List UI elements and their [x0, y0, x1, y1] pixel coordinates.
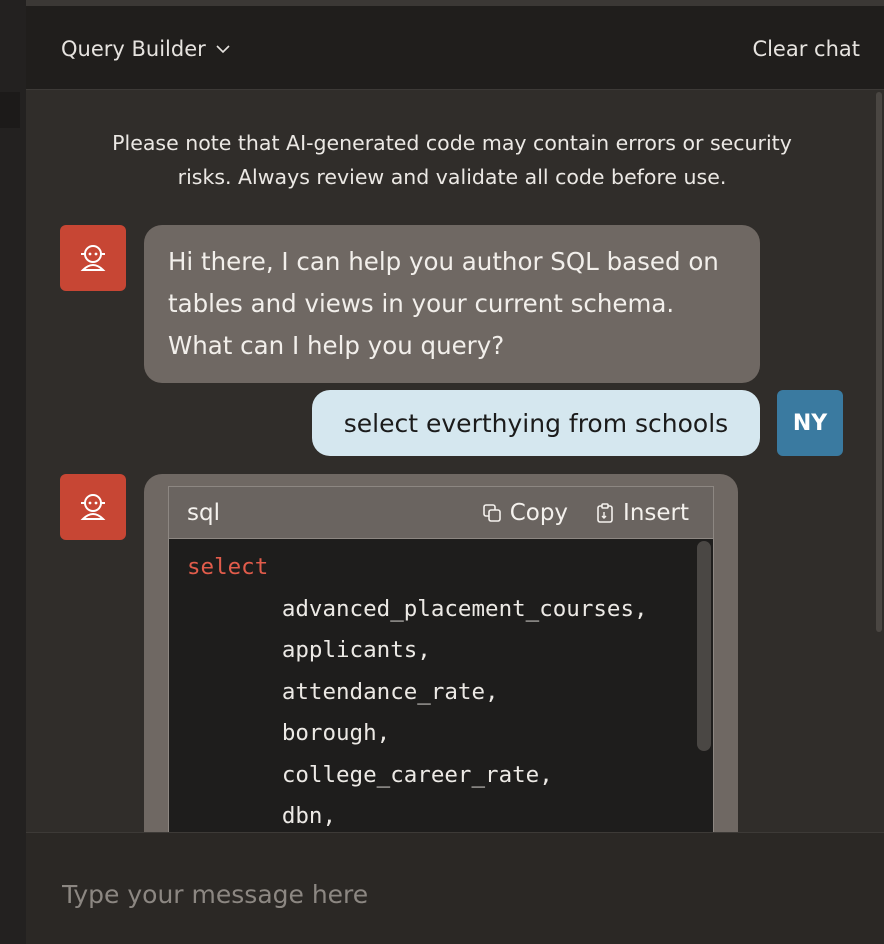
bot-avatar	[60, 474, 126, 540]
clipboard-icon	[597, 502, 613, 523]
code-language: sql	[187, 499, 220, 526]
code-block-header: sql Copy Insert	[169, 487, 713, 539]
ai-disclaimer: Please note that AI-generated code may c…	[112, 131, 792, 189]
user-message-text: select everthying from schools	[343, 408, 729, 438]
bot-message-text: Hi there, I can help you author SQL base…	[168, 247, 719, 360]
bot-avatar	[60, 225, 126, 291]
header-title: Query Builder	[61, 37, 206, 61]
copy-icon	[482, 503, 501, 522]
gutter-tab	[0, 92, 20, 128]
sql-keyword-select: select	[187, 554, 269, 580]
insert-button[interactable]: Insert	[594, 500, 689, 526]
left-gutter	[0, 0, 27, 944]
message-input[interactable]	[60, 873, 844, 915]
chat-scrollbar[interactable]	[876, 92, 882, 632]
code-scrollbar[interactable]	[697, 541, 711, 751]
chevron-down-icon	[216, 45, 230, 54]
message-composer	[26, 832, 884, 944]
sql-code: select advanced_placement_courses, appli…	[169, 539, 713, 847]
code-block: sql Copy Insert select advanced_placemen…	[168, 486, 714, 846]
code-line: dbn,	[281, 803, 337, 829]
user-avatar: NY	[777, 390, 843, 456]
bot-message: Hi there, I can help you author SQL base…	[144, 225, 760, 383]
chat-header: Query Builder Clear chat	[26, 6, 884, 90]
copy-label: Copy	[509, 499, 569, 526]
code-line: advanced_placement_courses,	[281, 595, 648, 622]
code-line: attendance_rate,	[281, 678, 499, 705]
clear-chat-button[interactable]: Clear chat	[752, 32, 860, 66]
robot-icon	[80, 245, 106, 271]
chat-panel: Query Builder Clear chat Please note tha…	[26, 0, 884, 944]
code-line: college_career_rate,	[281, 761, 553, 788]
code-line: borough,	[281, 720, 391, 746]
query-builder-dropdown[interactable]: Query Builder	[61, 32, 232, 66]
user-message: select everthying from schools	[312, 390, 760, 456]
robot-icon	[80, 494, 106, 520]
insert-label: Insert	[623, 499, 689, 526]
copy-button[interactable]: Copy	[481, 500, 568, 526]
code-line: applicants,	[281, 637, 431, 663]
